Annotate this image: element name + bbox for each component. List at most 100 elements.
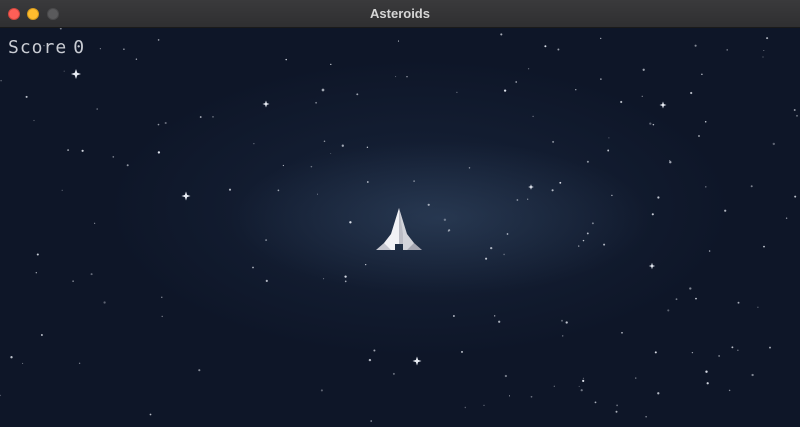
star-dot	[763, 245, 765, 248]
star-dot	[691, 351, 694, 354]
star-dot	[694, 44, 697, 47]
star-dot	[315, 101, 318, 104]
star-dot	[607, 149, 610, 152]
star-dot	[349, 221, 352, 224]
star-dot	[320, 389, 323, 392]
star-dot	[704, 121, 707, 123]
star-dot	[615, 410, 618, 413]
star-dot	[772, 142, 775, 146]
star-dot	[356, 93, 359, 96]
star-dot	[561, 319, 563, 322]
star-dot	[751, 373, 754, 377]
star-dot	[766, 37, 769, 40]
star-dot	[652, 123, 655, 126]
star-dot	[464, 406, 467, 409]
star-dot	[397, 40, 400, 42]
star-dot	[0, 394, 1, 397]
star-dot	[265, 239, 268, 242]
star-dot	[578, 385, 580, 387]
star-dot	[557, 48, 560, 51]
star-dot	[310, 165, 313, 168]
star-dot	[149, 413, 152, 416]
star-dot	[762, 56, 764, 58]
score-value: 0	[73, 37, 86, 58]
star-dot	[645, 416, 647, 418]
star-sparkle-icon	[412, 356, 422, 366]
star-dot	[651, 213, 654, 216]
star-dot	[515, 81, 518, 83]
game-canvas[interactable]: Score 0	[0, 28, 800, 427]
star-dot	[582, 377, 584, 379]
star-dot	[199, 116, 202, 118]
star-dot	[494, 315, 496, 317]
star-sparkle-icon	[262, 100, 270, 108]
star-dot	[112, 156, 115, 158]
star-dot	[600, 78, 602, 80]
star-dot	[59, 28, 62, 30]
star-dot	[81, 149, 84, 152]
star-dot	[35, 272, 37, 274]
star-dot	[90, 273, 93, 276]
star-dot	[157, 39, 160, 41]
star-dot	[285, 58, 287, 61]
window-title: Asteroids	[370, 6, 430, 21]
star-dot	[689, 287, 692, 290]
star-dot	[366, 181, 369, 183]
star-dot	[135, 58, 138, 60]
star-sparkle-icon	[659, 101, 667, 109]
star-dot	[503, 89, 507, 92]
star-dot	[63, 70, 65, 72]
star-dot	[330, 153, 332, 154]
star-dot	[448, 229, 451, 232]
star-dot	[793, 109, 796, 111]
star-dot	[157, 123, 160, 126]
star-dot	[0, 79, 2, 82]
star-dot	[603, 243, 606, 246]
star-dot	[635, 377, 637, 379]
star-dot	[61, 189, 63, 191]
star-dot	[443, 218, 447, 221]
star-dot	[621, 331, 623, 334]
star-dot	[373, 349, 376, 352]
star-dot	[532, 115, 534, 118]
star-dot	[552, 140, 555, 143]
star-dot	[161, 315, 163, 318]
star-dot	[25, 95, 28, 98]
star-dot	[10, 356, 13, 359]
star-dot	[126, 164, 129, 167]
star-dot	[620, 100, 623, 104]
star-dot	[228, 188, 232, 191]
star-dot	[72, 280, 74, 282]
player-spaceship-icon[interactable]	[374, 204, 424, 254]
star-dot	[586, 232, 589, 235]
star-dot	[669, 161, 672, 164]
star-dot	[611, 194, 613, 197]
star-dot	[99, 48, 101, 50]
star-dot	[161, 296, 163, 298]
star-sparkle-icon	[181, 191, 191, 201]
title-bar[interactable]: Asteroids	[0, 0, 800, 28]
star-dot	[701, 73, 703, 76]
star-dot	[506, 233, 509, 235]
star-dot	[490, 246, 493, 250]
star-dot	[323, 278, 325, 280]
star-dot	[468, 167, 471, 169]
star-dot	[763, 49, 765, 52]
star-dot	[649, 122, 652, 125]
star-dot	[96, 108, 99, 110]
star-dot	[586, 160, 589, 163]
star-dot	[565, 321, 568, 324]
star-dot	[516, 199, 519, 201]
star-dot	[368, 358, 372, 362]
score-label: Score	[8, 37, 68, 58]
star-dot	[94, 222, 96, 224]
star-dot	[698, 135, 700, 137]
star-dot	[657, 196, 660, 199]
star-sparkle-icon	[528, 184, 534, 190]
star-dot	[40, 334, 43, 336]
star-sparkle-icon	[71, 69, 81, 79]
star-dot	[427, 203, 430, 206]
star-dot	[341, 144, 344, 147]
star-dot	[67, 149, 70, 152]
star-dot	[757, 306, 759, 308]
